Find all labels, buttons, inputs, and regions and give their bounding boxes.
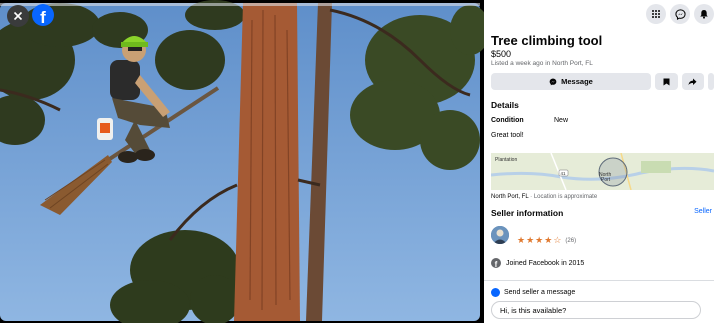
notifications-button[interactable]	[694, 4, 714, 24]
messenger-icon	[674, 8, 686, 20]
share-icon	[688, 78, 697, 85]
location-approx-note: Location is approximate	[533, 194, 598, 200]
facebook-icon: f	[491, 258, 501, 269]
seller-info-heading: Seller information	[491, 208, 564, 218]
listing-detail-panel: Tree climbing tool $500 Listed a week ag…	[484, 0, 714, 323]
send-message-header: Send seller a message	[491, 288, 575, 297]
bell-icon	[700, 10, 708, 19]
details-heading: Details	[491, 100, 519, 110]
location-line: North Port, FL · Location is approximate	[491, 194, 597, 200]
bookmark-icon	[663, 78, 670, 85]
listing-title: Tree climbing tool	[491, 33, 603, 48]
rating-count: (26)	[565, 237, 577, 244]
listing-price: $500	[491, 49, 512, 59]
map-label-plantation: Plantation	[495, 157, 517, 163]
location-place: North Port, FL	[491, 194, 529, 200]
avatar-image	[491, 226, 509, 244]
condition-label: Condition	[491, 117, 524, 124]
star-icon: ★	[517, 235, 526, 245]
joined-text: Joined Facebook in 2015	[506, 259, 585, 267]
close-button[interactable]	[7, 5, 29, 27]
seller-avatar[interactable]	[491, 226, 509, 244]
send-message-label: Send seller a message	[504, 289, 576, 296]
message-input[interactable]: Hi, is this available?	[491, 301, 701, 319]
save-button[interactable]	[654, 73, 678, 90]
menu-button[interactable]	[646, 4, 666, 24]
message-input-value: Hi, is this available?	[500, 305, 567, 315]
listing-actions: Message	[491, 73, 714, 90]
close-icon	[13, 11, 23, 21]
header-icon-group	[646, 4, 714, 24]
half-star-icon: ☆	[553, 235, 562, 245]
seller-joined-info: f Joined Facebook in 2015	[491, 258, 585, 269]
grid-menu-icon	[652, 10, 660, 18]
star-icon: ★	[526, 235, 535, 245]
facebook-logo-letter: f	[40, 7, 46, 27]
star-icon: ★	[544, 235, 553, 245]
condition-value: New	[554, 117, 569, 124]
share-button[interactable]	[681, 73, 705, 90]
location-map[interactable]: Plantation 41 North Port	[491, 153, 714, 190]
listing-photo-pane: f	[0, 0, 484, 323]
messenger-button[interactable]	[670, 4, 690, 24]
listing-photo	[0, 0, 484, 323]
message-button[interactable]: Message	[491, 73, 651, 90]
marketplace-listing-view: f Tree climbing tool $500 Listed a week …	[0, 0, 714, 323]
messenger-icon	[491, 288, 500, 297]
map-label-port: Port	[601, 177, 611, 183]
star-icon: ★	[535, 235, 544, 245]
divider	[484, 280, 714, 281]
map-graphic: Plantation 41 North Port	[491, 153, 714, 190]
messenger-icon	[549, 78, 557, 85]
listing-posted-info: Listed a week ago in North Port, FL	[491, 60, 593, 67]
seller-details-link[interactable]: Seller	[694, 208, 712, 215]
message-button-label: Message	[561, 77, 593, 86]
seller-rating[interactable]: ★ ★ ★ ★ ☆ (26)	[517, 236, 576, 245]
map-road-label: 41	[561, 171, 567, 176]
facebook-logo[interactable]: f	[32, 4, 54, 26]
more-options-button[interactable]	[708, 73, 714, 90]
listing-description: Great tool!	[491, 132, 524, 139]
